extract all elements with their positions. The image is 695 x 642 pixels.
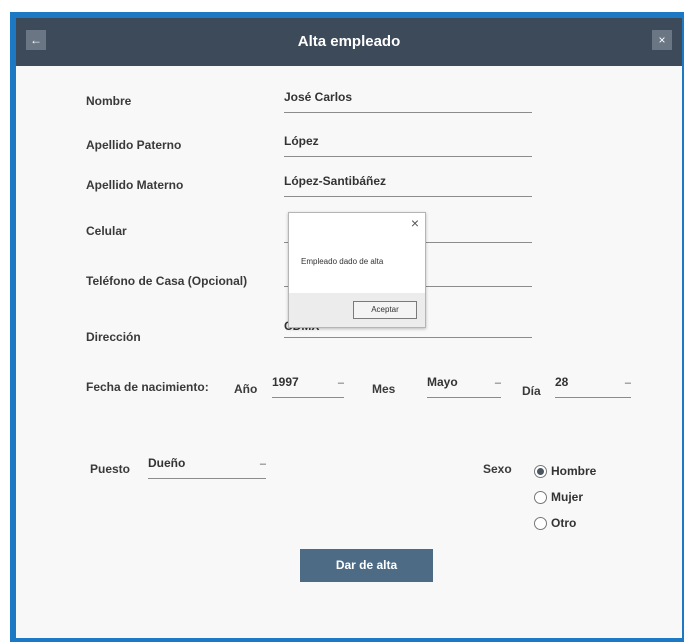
direccion-label: Dirección bbox=[86, 330, 141, 344]
radio-hombre-label: Hombre bbox=[551, 464, 597, 478]
radio-mujer[interactable]: Mujer bbox=[534, 490, 583, 504]
mes-value: Mayo bbox=[427, 375, 458, 389]
alert-dialog: × Empleado dado de alta Aceptar bbox=[288, 212, 426, 328]
sexo-label: Sexo bbox=[483, 462, 512, 476]
telefono-casa-label: Teléfono de Casa (Opcional) bbox=[86, 274, 248, 288]
radio-unselected-icon bbox=[534, 516, 547, 530]
puesto-value: Dueño bbox=[148, 456, 186, 470]
dia-select[interactable]: 28 – bbox=[555, 375, 631, 398]
anio-label: Año bbox=[234, 382, 258, 396]
title-bar: ← Alta empleado × bbox=[16, 18, 682, 66]
dia-value: 28 bbox=[555, 375, 569, 389]
dialog-footer: Aceptar bbox=[289, 293, 425, 327]
apellido-paterno-label: Apellido Paterno bbox=[86, 138, 182, 152]
apellido-paterno-value: López bbox=[284, 134, 319, 148]
radio-selected-icon bbox=[534, 464, 547, 478]
apellido-materno-value: López-Santibáñez bbox=[284, 174, 387, 188]
nombre-label: Nombre bbox=[86, 94, 132, 108]
fecha-nacimiento-label: Fecha de nacimiento: bbox=[86, 380, 209, 394]
anio-select[interactable]: 1997 – bbox=[272, 375, 344, 398]
mes-select[interactable]: Mayo – bbox=[427, 375, 501, 398]
caret-down-icon: – bbox=[494, 377, 501, 389]
radio-unselected-icon bbox=[534, 490, 547, 504]
dar-de-alta-button[interactable]: Dar de alta bbox=[300, 549, 433, 582]
dialog-close-icon[interactable]: × bbox=[411, 215, 419, 231]
app-window: ← Alta empleado × Nombre José Carlos Ape… bbox=[16, 18, 682, 638]
nombre-field[interactable]: José Carlos bbox=[284, 90, 532, 113]
celular-label: Celular bbox=[86, 224, 127, 238]
caret-down-icon: – bbox=[337, 377, 344, 389]
caret-down-icon: – bbox=[624, 377, 631, 389]
window-title: Alta empleado bbox=[297, 33, 401, 50]
apellido-materno-label: Apellido Materno bbox=[86, 178, 184, 192]
apellido-paterno-field[interactable]: López bbox=[284, 134, 532, 157]
close-icon[interactable]: × bbox=[652, 30, 672, 50]
radio-mujer-label: Mujer bbox=[551, 490, 584, 504]
radio-hombre[interactable]: Hombre bbox=[534, 464, 596, 478]
apellido-materno-field[interactable]: López-Santibáñez bbox=[284, 174, 532, 197]
mes-label: Mes bbox=[372, 382, 396, 396]
puesto-label: Puesto bbox=[90, 462, 131, 476]
dia-label: Día bbox=[522, 384, 541, 398]
dialog-message: Empleado dado de alta bbox=[301, 257, 384, 266]
aceptar-button[interactable]: Aceptar bbox=[353, 301, 417, 319]
caret-down-icon: – bbox=[259, 458, 266, 470]
puesto-select[interactable]: Dueño – bbox=[148, 456, 266, 479]
radio-otro[interactable]: Otro bbox=[534, 516, 576, 530]
anio-value: 1997 bbox=[272, 375, 299, 389]
nombre-value: José Carlos bbox=[284, 90, 353, 104]
radio-otro-label: Otro bbox=[551, 516, 577, 530]
